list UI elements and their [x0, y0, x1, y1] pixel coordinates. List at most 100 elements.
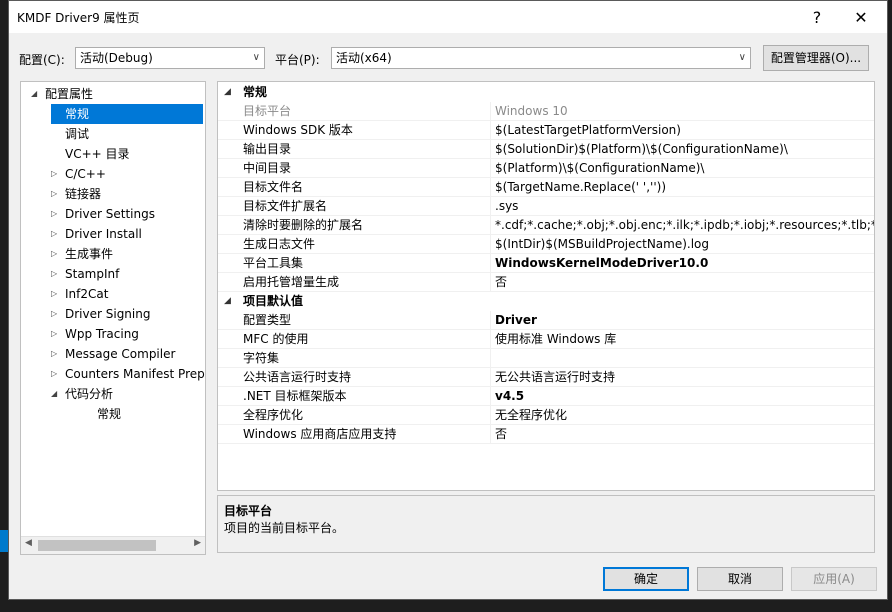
- property-row[interactable]: 目标文件名 $(TargetName.Replace(' ','')): [218, 178, 874, 197]
- apply-button[interactable]: 应用(A): [791, 567, 877, 591]
- property-value[interactable]: $(Platform)\$(ConfigurationName)\: [495, 159, 874, 178]
- property-value[interactable]: $(TargetName.Replace(' ','')): [495, 178, 874, 197]
- property-value[interactable]: WindowsKernelModeDriver10.0: [495, 254, 874, 273]
- column-divider[interactable]: [490, 254, 491, 273]
- property-row[interactable]: 平台工具集 WindowsKernelModeDriver10.0: [218, 254, 874, 273]
- property-tree[interactable]: ◢ 配置属性 常规 调试 VC++ 目录 ▷ C/C++ ▷ 链接器 ▷ Driver Settin…: [20, 81, 206, 555]
- tree-item[interactable]: ◢ 配置属性: [21, 84, 205, 104]
- property-name: 中间目录: [243, 161, 292, 175]
- tree-item[interactable]: ▷ Wpp Tracing: [21, 324, 205, 344]
- tree-item[interactable]: VC++ 目录: [21, 144, 205, 164]
- property-value[interactable]: 否: [495, 273, 874, 292]
- collapsed-triangle-icon[interactable]: ▷: [51, 264, 57, 284]
- column-divider[interactable]: [490, 406, 491, 425]
- property-value[interactable]: $(SolutionDir)$(Platform)\$(Configuratio…: [495, 140, 874, 159]
- collapsed-triangle-icon[interactable]: ▷: [51, 184, 57, 204]
- property-category[interactable]: ◢ 项目默认值: [218, 292, 874, 311]
- tree-item[interactable]: ▷ C/C++: [21, 164, 205, 184]
- tree-item[interactable]: ▷ Message Compiler: [21, 344, 205, 364]
- property-row[interactable]: 目标文件扩展名 .sys: [218, 197, 874, 216]
- property-value[interactable]: 无公共语言运行时支持: [495, 368, 874, 387]
- scroll-left-icon[interactable]: ◀: [25, 538, 32, 548]
- column-divider[interactable]: [490, 197, 491, 216]
- tree-item[interactable]: ▷ Driver Install: [21, 224, 205, 244]
- collapsed-triangle-icon[interactable]: ▷: [51, 204, 57, 224]
- property-row[interactable]: 字符集: [218, 349, 874, 368]
- config-manager-button[interactable]: 配置管理器(O)...: [763, 45, 869, 71]
- property-row[interactable]: 中间目录 $(Platform)\$(ConfigurationName)\: [218, 159, 874, 178]
- property-row[interactable]: MFC 的使用 使用标准 Windows 库: [218, 330, 874, 349]
- property-value[interactable]: .sys: [495, 197, 874, 216]
- property-category[interactable]: ◢ 常规: [218, 83, 874, 102]
- property-row[interactable]: 输出目录 $(SolutionDir)$(Platform)\$(Configur…: [218, 140, 874, 159]
- help-button[interactable]: ?: [797, 3, 837, 31]
- column-divider[interactable]: [490, 235, 491, 254]
- scrollbar-thumb[interactable]: [38, 540, 156, 551]
- tree-item[interactable]: ▷ Driver Signing: [21, 304, 205, 324]
- tree-item[interactable]: 调试: [21, 124, 205, 144]
- config-combo[interactable]: 活动(Debug) ∨: [75, 47, 265, 69]
- property-row[interactable]: 清除时要删除的扩展名 *.cdf;*.cache;*.obj;*.obj.enc;…: [218, 216, 874, 235]
- column-divider[interactable]: [490, 273, 491, 292]
- column-divider[interactable]: [490, 330, 491, 349]
- property-value[interactable]: Windows 10: [495, 102, 874, 121]
- property-name: 字符集: [243, 351, 280, 365]
- collapsed-triangle-icon[interactable]: ▷: [51, 244, 57, 264]
- property-value[interactable]: *.cdf;*.cache;*.obj;*.obj.enc;*.ilk;*.ip…: [495, 216, 874, 235]
- column-divider[interactable]: [490, 121, 491, 140]
- expanded-triangle-icon[interactable]: ◢: [31, 84, 37, 104]
- column-divider[interactable]: [490, 140, 491, 159]
- collapsed-triangle-icon[interactable]: ▷: [51, 284, 57, 304]
- tree-item[interactable]: 常规: [21, 404, 205, 424]
- property-row[interactable]: Windows 应用商店应用支持 否: [218, 425, 874, 444]
- close-button[interactable]: ✕: [841, 3, 881, 31]
- tree-item[interactable]: ▷ StampInf: [21, 264, 205, 284]
- expanded-triangle-icon[interactable]: ◢: [51, 384, 57, 404]
- tree-item[interactable]: ▷ Driver Settings: [21, 204, 205, 224]
- platform-combo[interactable]: 活动(x64) ∨: [331, 47, 751, 69]
- column-divider[interactable]: [490, 368, 491, 387]
- ok-button[interactable]: 确定: [603, 567, 689, 591]
- column-divider[interactable]: [490, 102, 491, 121]
- tree-item[interactable]: ◢ 代码分析: [21, 384, 205, 404]
- tree-item[interactable]: 常规: [51, 104, 203, 124]
- column-divider[interactable]: [490, 425, 491, 444]
- property-row[interactable]: .NET 目标框架版本 v4.5: [218, 387, 874, 406]
- property-value[interactable]: $(IntDir)$(MSBuildProjectName).log: [495, 235, 874, 254]
- property-grid[interactable]: ◢ 常规 目标平台 Windows 10 Windows SDK 版本 $(LatestT…: [217, 81, 875, 491]
- property-value[interactable]: 无全程序优化: [495, 406, 874, 425]
- tree-item[interactable]: ▷ Counters Manifest Preprocessor: [21, 364, 205, 384]
- property-row[interactable]: 公共语言运行时支持 无公共语言运行时支持: [218, 368, 874, 387]
- property-row[interactable]: 目标平台 Windows 10: [218, 102, 874, 121]
- column-divider[interactable]: [490, 159, 491, 178]
- property-row[interactable]: 生成日志文件 $(IntDir)$(MSBuildProjectName).log: [218, 235, 874, 254]
- cancel-button[interactable]: 取消: [697, 567, 783, 591]
- tree-horizontal-scrollbar[interactable]: ◀ ▶: [21, 536, 205, 554]
- collapsed-triangle-icon[interactable]: ▷: [51, 224, 57, 244]
- column-divider[interactable]: [490, 178, 491, 197]
- column-divider[interactable]: [490, 387, 491, 406]
- tree-item[interactable]: ▷ Inf2Cat: [21, 284, 205, 304]
- tree-item[interactable]: ▷ 生成事件: [21, 244, 205, 264]
- collapsed-triangle-icon[interactable]: ▷: [51, 324, 57, 344]
- expanded-triangle-icon[interactable]: ◢: [224, 83, 231, 102]
- property-value[interactable]: 使用标准 Windows 库: [495, 330, 874, 349]
- collapsed-triangle-icon[interactable]: ▷: [51, 304, 57, 324]
- property-row[interactable]: 全程序优化 无全程序优化: [218, 406, 874, 425]
- property-row[interactable]: 启用托管增量生成 否: [218, 273, 874, 292]
- collapsed-triangle-icon[interactable]: ▷: [51, 164, 57, 184]
- property-row[interactable]: Windows SDK 版本 $(LatestTargetPlatformVers…: [218, 121, 874, 140]
- collapsed-triangle-icon[interactable]: ▷: [51, 344, 57, 364]
- column-divider[interactable]: [490, 216, 491, 235]
- scroll-right-icon[interactable]: ▶: [194, 538, 201, 548]
- property-row[interactable]: 配置类型 Driver: [218, 311, 874, 330]
- expanded-triangle-icon[interactable]: ◢: [224, 292, 231, 311]
- column-divider[interactable]: [490, 311, 491, 330]
- collapsed-triangle-icon[interactable]: ▷: [51, 364, 57, 384]
- property-value[interactable]: 否: [495, 425, 874, 444]
- property-value[interactable]: v4.5: [495, 387, 874, 406]
- tree-item[interactable]: ▷ 链接器: [21, 184, 205, 204]
- property-value[interactable]: Driver: [495, 311, 874, 330]
- column-divider[interactable]: [490, 349, 491, 368]
- property-value[interactable]: $(LatestTargetPlatformVersion): [495, 121, 874, 140]
